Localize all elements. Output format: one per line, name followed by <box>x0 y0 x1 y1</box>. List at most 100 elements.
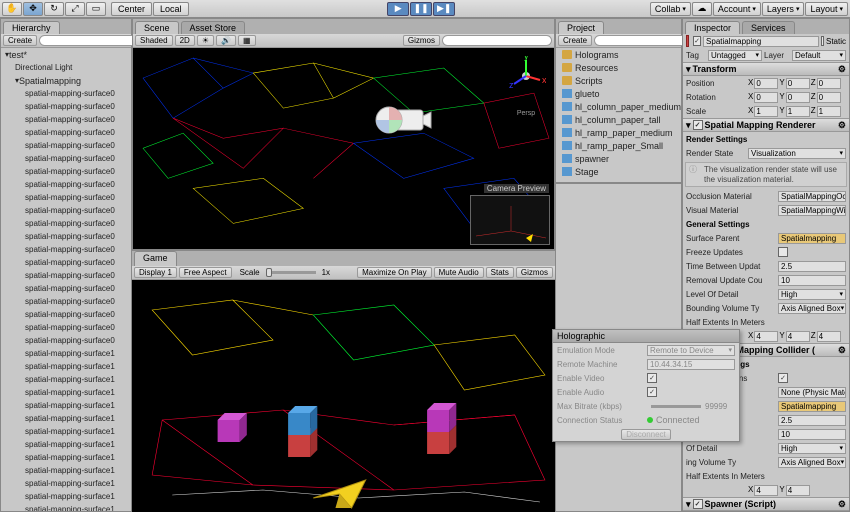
project-list[interactable]: HologramsResourcesScriptsgluetohl_column… <box>556 48 681 182</box>
hierarchy-surface-item[interactable]: spatial-mapping-surface0 <box>1 126 131 139</box>
hierarchy-surface-item[interactable]: spatial-mapping-surface1 <box>1 425 131 438</box>
stats-toggle[interactable]: Stats <box>486 267 514 278</box>
pivot-toggle[interactable]: Center <box>111 2 152 16</box>
hierarchy-tab[interactable]: Hierarchy <box>3 21 60 34</box>
bitrate-slider[interactable] <box>651 405 701 408</box>
light-toggle[interactable]: ☀ <box>197 35 214 46</box>
pause-button[interactable]: ❚❚ <box>410 2 432 16</box>
spawner-header[interactable]: Spawner (Script) <box>705 499 777 509</box>
surface-parent[interactable]: Spatialmapping <box>778 233 846 244</box>
hierarchy-item[interactable]: ▾ Spatialmapping <box>1 74 131 87</box>
hierarchy-surface-item[interactable]: spatial-mapping-surface0 <box>1 295 131 308</box>
project-tab[interactable]: Project <box>558 21 604 34</box>
hierarchy-surface-item[interactable]: spatial-mapping-surface1 <box>1 464 131 477</box>
holographic-header[interactable]: Holographic <box>553 330 739 343</box>
hierarchy-surface-item[interactable]: spatial-mapping-surface1 <box>1 503 131 511</box>
enable-audio[interactable] <box>647 387 657 397</box>
renderer-enable[interactable] <box>693 120 703 130</box>
play-button[interactable]: ▶ <box>387 2 409 16</box>
scene-view[interactable]: xyz Persp Camera Preview <box>133 48 554 249</box>
freeze-updates[interactable] <box>778 247 788 257</box>
render-state[interactable]: Visualization <box>748 148 846 159</box>
rect-tool[interactable]: ▭ <box>86 2 106 16</box>
move-tool[interactable]: ✥ <box>23 2 43 16</box>
shading-mode[interactable]: Shaded <box>135 35 173 46</box>
scene-root[interactable]: ▾ test* <box>1 48 131 61</box>
layers-dropdown[interactable]: Layers <box>762 2 805 16</box>
hierarchy-surface-item[interactable]: spatial-mapping-surface0 <box>1 100 131 113</box>
hierarchy-surface-item[interactable]: spatial-mapping-surface0 <box>1 178 131 191</box>
project-item[interactable]: hl_column_paper_tall <box>556 113 681 126</box>
fx-toggle[interactable]: ▦ <box>238 35 256 46</box>
hierarchy-surface-item[interactable]: spatial-mapping-surface0 <box>1 191 131 204</box>
emulation-mode[interactable]: Remote to Device <box>647 345 735 356</box>
game-view[interactable] <box>132 280 555 512</box>
gizmos-toggle[interactable]: Gizmos <box>403 35 440 46</box>
aspect-select[interactable]: Free Aspect <box>179 267 232 278</box>
project-item[interactable]: hl_ramp_paper_medium <box>556 126 681 139</box>
hierarchy-surface-item[interactable]: spatial-mapping-surface0 <box>1 87 131 100</box>
game-tab[interactable]: Game <box>134 251 177 266</box>
active-checkbox[interactable] <box>693 36 701 46</box>
hierarchy-surface-item[interactable]: spatial-mapping-surface0 <box>1 204 131 217</box>
lod[interactable]: High <box>778 289 846 300</box>
visual-material[interactable]: SpatialMappingWi <box>778 205 846 216</box>
remote-machine[interactable]: 10.44.34.15 <box>647 359 735 370</box>
hierarchy-surface-item[interactable]: spatial-mapping-surface1 <box>1 451 131 464</box>
enable-collisions[interactable] <box>778 373 788 383</box>
hierarchy-surface-item[interactable]: spatial-mapping-surface0 <box>1 269 131 282</box>
account-dropdown[interactable]: Account <box>713 2 761 16</box>
project-item[interactable]: Holograms <box>556 48 681 61</box>
collider-parent[interactable]: Spatialmapping <box>778 401 846 412</box>
collab-dropdown[interactable]: Collab <box>650 2 691 16</box>
hierarchy-surface-item[interactable]: spatial-mapping-surface1 <box>1 347 131 360</box>
hierarchy-create[interactable]: Create <box>3 35 37 46</box>
hierarchy-item[interactable]: Directional Light <box>1 61 131 74</box>
enable-video[interactable] <box>647 373 657 383</box>
hierarchy-surface-item[interactable]: spatial-mapping-surface0 <box>1 308 131 321</box>
hand-tool[interactable]: ✋ <box>2 2 22 16</box>
hierarchy-surface-item[interactable]: spatial-mapping-surface1 <box>1 386 131 399</box>
project-create[interactable]: Create <box>558 35 592 46</box>
object-name-field[interactable] <box>703 36 819 47</box>
2d-toggle[interactable]: 2D <box>175 35 195 46</box>
project-item[interactable]: spawner <box>556 152 681 165</box>
position-fields[interactable]: XYZ <box>748 78 846 89</box>
project-item[interactable]: hl_ramp_paper_Small <box>556 139 681 152</box>
game-gizmos[interactable]: Gizmos <box>516 267 553 278</box>
mute-toggle[interactable]: Mute Audio <box>434 267 484 278</box>
bounding-volume[interactable]: Axis Aligned Box <box>778 303 846 314</box>
project-item[interactable]: glueto <box>556 87 681 100</box>
scale-slider[interactable] <box>266 271 316 274</box>
space-toggle[interactable]: Local <box>153 2 189 16</box>
services-tab[interactable]: Services <box>742 21 795 34</box>
hierarchy-surface-item[interactable]: spatial-mapping-surface0 <box>1 243 131 256</box>
hierarchy-surface-item[interactable]: spatial-mapping-surface1 <box>1 399 131 412</box>
hierarchy-list[interactable]: ▾ test* Directional Light ▾ Spatialmappi… <box>1 48 131 511</box>
rotation-fields[interactable]: XYZ <box>748 92 846 103</box>
project-item[interactable]: hl_column_paper_medium <box>556 100 681 113</box>
renderer-header[interactable]: Spatial Mapping Renderer <box>705 120 816 130</box>
hierarchy-surface-item[interactable]: spatial-mapping-surface1 <box>1 373 131 386</box>
project-item[interactable]: Stage <box>556 165 681 178</box>
layout-dropdown[interactable]: Layout <box>805 2 848 16</box>
time-between[interactable]: 2.5 <box>778 261 846 272</box>
half-extents[interactable]: XYZ <box>748 331 846 342</box>
hierarchy-surface-item[interactable]: spatial-mapping-surface0 <box>1 113 131 126</box>
tag-dropdown[interactable]: Untagged <box>708 50 762 61</box>
project-item[interactable]: Scripts <box>556 74 681 87</box>
occlusion-material[interactable]: SpatialMappingOc <box>778 191 846 202</box>
hierarchy-surface-item[interactable]: spatial-mapping-surface1 <box>1 360 131 373</box>
hierarchy-surface-item[interactable]: spatial-mapping-surface0 <box>1 256 131 269</box>
scene-tab[interactable]: Scene <box>135 21 179 34</box>
inspector-tab[interactable]: Inspector <box>685 21 740 34</box>
asset-store-tab[interactable]: Asset Store <box>181 21 246 34</box>
removal-count[interactable]: 10 <box>778 275 846 286</box>
hierarchy-surface-item[interactable]: spatial-mapping-surface0 <box>1 165 131 178</box>
hierarchy-surface-item[interactable]: spatial-mapping-surface1 <box>1 412 131 425</box>
orientation-gizmo[interactable]: xyz Persp <box>506 56 546 96</box>
scale-fields[interactable]: XYZ <box>748 106 846 117</box>
hierarchy-surface-item[interactable]: spatial-mapping-surface0 <box>1 230 131 243</box>
hierarchy-surface-item[interactable]: spatial-mapping-surface0 <box>1 152 131 165</box>
transform-header[interactable]: Transform <box>693 64 737 74</box>
